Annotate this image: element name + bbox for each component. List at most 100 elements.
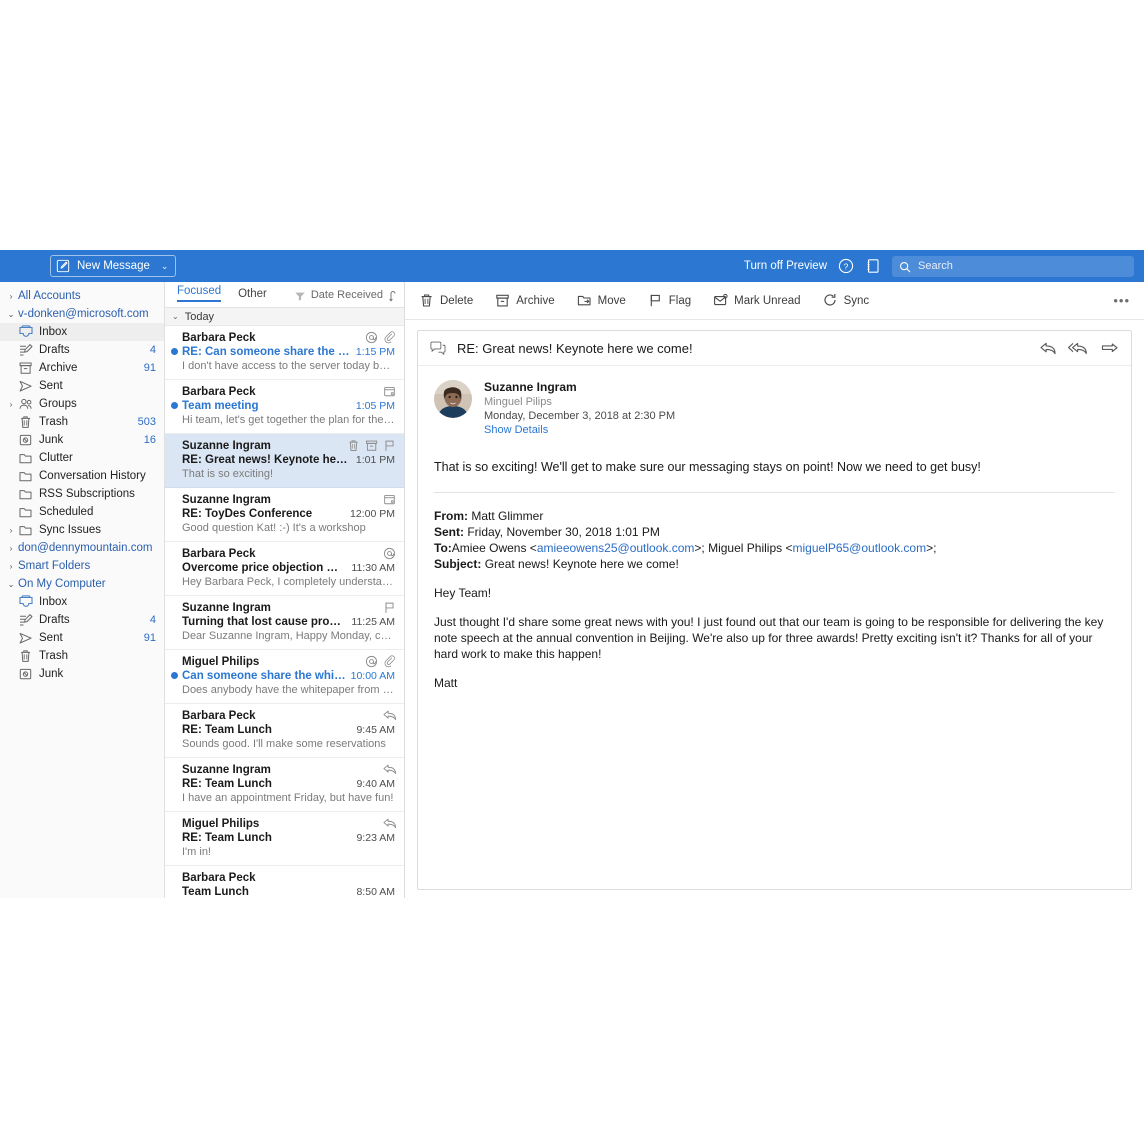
main-body: ›All Accounts⌄v-donken@microsoft.comInbo… xyxy=(0,282,1144,898)
replied-icon[interactable] xyxy=(383,709,396,722)
delete-icon[interactable] xyxy=(347,439,360,452)
quoted-signature: Matt xyxy=(434,676,1115,692)
recipient-email-link-1[interactable]: amieeowens25@outlook.com xyxy=(537,541,695,555)
sidebar-account-3[interactable]: ›Smart Folders xyxy=(0,557,164,575)
mention-icon[interactable] xyxy=(365,331,378,344)
filter-icon[interactable] xyxy=(294,289,306,301)
account-label: don@dennymountain.com xyxy=(18,542,152,554)
twisty-icon[interactable]: › xyxy=(4,291,18,301)
twisty-icon[interactable]: ⌄ xyxy=(4,579,18,590)
sidebar-item-inbox[interactable]: Inbox xyxy=(0,323,164,341)
sync-button[interactable]: Sync xyxy=(823,293,870,308)
calendar-icon[interactable] xyxy=(383,385,396,398)
message-sender: Barbara Peck xyxy=(182,872,395,884)
sidebar-item-rss-subscriptions[interactable]: RSS Subscriptions xyxy=(0,485,164,503)
delete-button[interactable]: Delete xyxy=(419,293,473,308)
search-input[interactable]: Search xyxy=(918,260,953,272)
replied-icon[interactable] xyxy=(383,817,396,830)
reply-icon[interactable] xyxy=(1039,341,1058,356)
archive-button[interactable]: Archive xyxy=(495,293,554,308)
twisty-icon[interactable]: › xyxy=(4,399,18,409)
twisty-icon[interactable]: › xyxy=(4,543,18,553)
message-list-item[interactable]: Suzanne IngramRE: Team Lunch9:40 AMI hav… xyxy=(165,758,404,812)
recipient-email-link-2[interactable]: miguelP65@outlook.com xyxy=(792,541,926,555)
forward-icon[interactable] xyxy=(1100,341,1119,356)
message-list-item[interactable]: Suzanne IngramRE: ToyDes Conference12:00… xyxy=(165,488,404,542)
search-box[interactable]: Search xyxy=(892,256,1134,277)
twisty-icon[interactable]: › xyxy=(4,525,18,535)
sidebar-item-clutter[interactable]: Clutter xyxy=(0,449,164,467)
unread-count: 4 xyxy=(150,344,156,356)
attachment-icon[interactable] xyxy=(383,655,396,668)
sidebar-account-1[interactable]: ⌄v-donken@microsoft.com xyxy=(0,305,164,323)
message-group-header[interactable]: ⌄ Today xyxy=(165,308,404,326)
turn-off-preview-button[interactable]: Turn off Preview xyxy=(744,260,827,272)
trash-icon xyxy=(18,415,33,429)
mention-icon[interactable] xyxy=(383,547,396,560)
chevron-down-icon[interactable]: ⌄ xyxy=(161,261,169,272)
message-list-pane[interactable]: Focused Other Date Received xyxy=(165,282,405,898)
new-message-button[interactable]: New Message ⌄ xyxy=(50,255,176,277)
sidebar-account-4[interactable]: ⌄On My Computer xyxy=(0,575,164,593)
message-list-item[interactable]: Barbara PeckOvercome price objection wit… xyxy=(165,542,404,596)
sidebar-account-0[interactable]: ›All Accounts xyxy=(0,287,164,305)
move-button[interactable]: Move xyxy=(577,293,626,308)
note-pad-icon[interactable] xyxy=(865,258,881,274)
sidebar-item-sync-issues[interactable]: ›Sync Issues xyxy=(0,521,164,539)
sort-label[interactable]: Date Received xyxy=(311,289,383,301)
tab-other[interactable]: Other xyxy=(238,288,267,302)
sidebar-account-2[interactable]: ›don@dennymountain.com xyxy=(0,539,164,557)
reply-all-icon[interactable] xyxy=(1068,341,1090,356)
flag-button[interactable]: Flag xyxy=(648,293,691,308)
flag-icon[interactable] xyxy=(383,439,396,452)
more-options-button[interactable]: ••• xyxy=(1113,293,1130,308)
sidebar-item-label: Drafts xyxy=(39,614,70,626)
tab-focused[interactable]: Focused xyxy=(177,285,221,304)
sidebar-item-junk[interactable]: Junk16 xyxy=(0,431,164,449)
sidebar-item-junk[interactable]: Junk xyxy=(0,665,164,683)
message-card: RE: Great news! Keynote here we come! xyxy=(417,330,1132,890)
flag-icon[interactable] xyxy=(383,601,396,614)
attachment-icon[interactable] xyxy=(383,331,396,344)
archive-icon[interactable] xyxy=(365,439,378,452)
calendar-icon[interactable] xyxy=(383,493,396,506)
sort-ascending-icon[interactable] xyxy=(388,289,398,301)
sidebar-item-groups[interactable]: ›Groups xyxy=(0,395,164,413)
mark-unread-button[interactable]: Mark Unread xyxy=(713,293,800,308)
quoted-to-suffix: >; xyxy=(926,541,936,555)
sidebar-item-sent[interactable]: Sent91 xyxy=(0,629,164,647)
message-list-item[interactable]: Suzanne IngramTurning that lost cause pr… xyxy=(165,596,404,650)
mention-icon[interactable] xyxy=(365,655,378,668)
sidebar-item-drafts[interactable]: Drafts4 xyxy=(0,341,164,359)
quoted-paragraph: Just thought I'd share some great news w… xyxy=(434,615,1115,663)
message-list-item[interactable]: Suzanne IngramRE: Great news! Keynote he… xyxy=(165,434,404,488)
sidebar-item-scheduled[interactable]: Scheduled xyxy=(0,503,164,521)
twisty-icon[interactable]: ⌄ xyxy=(4,309,18,320)
help-circle-icon[interactable]: ? xyxy=(838,258,854,274)
conversation-subject: RE: Great news! Keynote here we come! xyxy=(457,341,693,356)
sidebar-item-archive[interactable]: Archive91 xyxy=(0,359,164,377)
message-list-item[interactable]: Miguel PhilipsRE: Team Lunch9:23 AMI'm i… xyxy=(165,812,404,866)
top-toolbar-right: Turn off Preview ? xyxy=(744,250,1134,282)
sidebar-item-inbox[interactable]: Inbox xyxy=(0,593,164,611)
message-list-item[interactable]: Miguel PhilipsCan someone share the whit… xyxy=(165,650,404,704)
message-list-item[interactable]: Barbara PeckTeam meeting1:05 PMHi team, … xyxy=(165,380,404,434)
message-list-item[interactable]: Barbara PeckTeam Lunch8:50 AMAre you guy… xyxy=(165,866,404,898)
message-row-icons xyxy=(383,385,396,398)
inbox-icon xyxy=(18,325,33,339)
sidebar-item-label: Inbox xyxy=(39,596,67,608)
message-list-item[interactable]: Barbara PeckRE: Team Lunch9:45 AMSounds … xyxy=(165,704,404,758)
show-details-link[interactable]: Show Details xyxy=(484,424,675,436)
sidebar-item-conversation-history[interactable]: Conversation History xyxy=(0,467,164,485)
quoted-to-mid: >; Miguel Philips < xyxy=(694,541,792,555)
message-subject: RE: Team Lunch xyxy=(182,778,356,790)
sidebar-item-drafts[interactable]: Drafts4 xyxy=(0,611,164,629)
message-list-item[interactable]: Barbara PeckRE: Can someone share the wh… xyxy=(165,326,404,380)
twisty-icon[interactable]: › xyxy=(4,561,18,571)
sidebar-item-trash[interactable]: Trash xyxy=(0,647,164,665)
sidebar-item-sent[interactable]: Sent xyxy=(0,377,164,395)
sidebar-item-trash[interactable]: Trash503 xyxy=(0,413,164,431)
folder-sidebar[interactable]: ›All Accounts⌄v-donken@microsoft.comInbo… xyxy=(0,282,165,898)
folder-icon xyxy=(18,487,33,501)
replied-icon[interactable] xyxy=(383,763,396,776)
